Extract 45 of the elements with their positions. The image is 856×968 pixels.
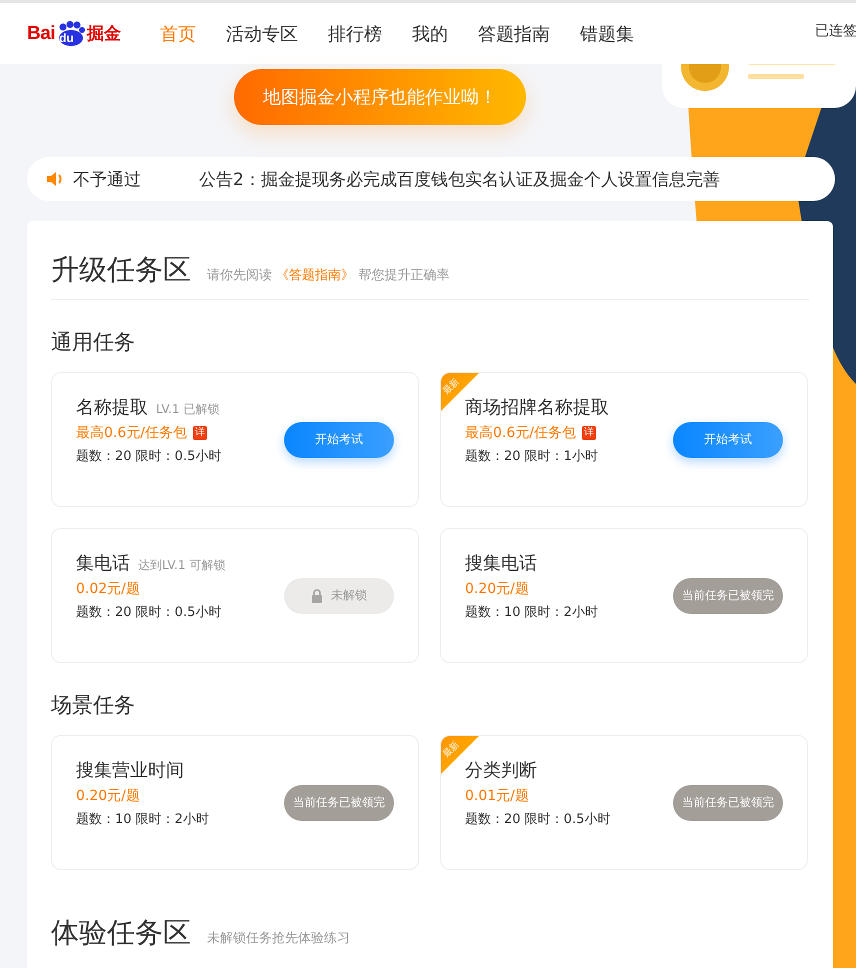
logo-text: Bai [27,22,56,44]
section-title: 体验任务区 [51,915,191,951]
sold-out-button[interactable]: 当前任务已被领完 [284,784,394,820]
task-info: 题数：10 限时：2小时 [465,604,598,620]
task-price: 0.02元/题 [76,580,140,598]
task-price: 最高0.6元/任务包 [76,424,187,442]
task-title: 集电话 [76,552,130,574]
section-hint: 未解锁任务抢先体验练习 [207,930,350,947]
task-title: 名称提取 [76,396,148,418]
nav-link[interactable]: 答题指南 [478,22,550,46]
group-title: 场景任务 [51,692,136,719]
locked-button[interactable]: 未解锁 [284,578,394,614]
nav-link[interactable]: 我的 [412,22,448,46]
nav-link[interactable]: 错题集 [580,22,634,46]
task-title: 搜集电话 [465,552,537,574]
task-price: 最高0.6元/任务包 [465,424,576,442]
task-price: 0.01元/题 [465,786,529,804]
promo-button[interactable]: 地图掘金小程序也能作业呦！ [234,69,526,125]
task-info: 题数：20 限时：0.5小时 [465,810,610,828]
task-price: 0.20元/题 [76,786,140,804]
lock-icon [311,588,323,602]
notice-text: 公告2：掘金提现务必完成百度钱包实名认证及掘金个人设置信息完善 [199,168,720,190]
section-hint: 请你先阅读 《答题指南》 帮您提升正确率 [207,267,450,284]
group-title: 通用任务 [51,329,136,356]
task-tag: 达到LV.1 可解锁 [138,556,226,574]
task-info: 题数：20 限时：0.5小时 [76,448,222,464]
detail-badge[interactable]: 详 [582,426,596,440]
section-title: 升级任务区 [51,252,191,288]
task-info: 题数：20 限时：1小时 [465,448,599,464]
detail-badge[interactable]: 详 [192,426,207,440]
start-exam-button[interactable]: 开始考试 [284,422,394,458]
start-exam-button[interactable]: 开始考试 [673,422,783,458]
logo-text: 掘金 [87,23,122,45]
nav-link[interactable]: 首页 [160,22,196,46]
task-price: 0.20元/题 [465,580,529,598]
task-info: 题数：10 限时：2小时 [76,810,209,828]
task-tag: LV.1 已解锁 [156,400,220,418]
task-title: 搜集营业时间 [76,758,184,782]
notice-text: 不予通过 [73,168,141,190]
sold-out-button[interactable]: 当前任务已被领完 [673,578,783,614]
nav-link[interactable]: 排行榜 [328,22,382,46]
nav-link[interactable]: 活动专区 [226,22,298,46]
task-info: 题数：20 限时：0.5小时 [76,604,222,620]
paw-logo: du [56,20,86,46]
sold-out-button[interactable]: 当前任务已被领完 [673,784,783,820]
